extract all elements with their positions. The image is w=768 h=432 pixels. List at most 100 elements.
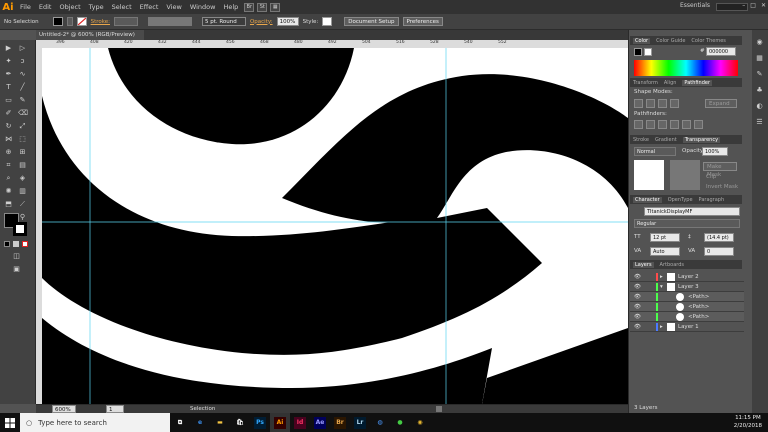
brush-definition[interactable]: 5 pt. Round xyxy=(201,17,246,26)
zoom-field[interactable]: 600% xyxy=(52,405,76,413)
invert-mask-checkbox[interactable]: Invert Mask xyxy=(706,184,738,190)
pen-tool-icon[interactable]: ✒ xyxy=(4,70,13,79)
kerning-field[interactable]: Auto xyxy=(650,247,680,256)
magic-wand-tool-icon[interactable]: ✦ xyxy=(4,57,13,66)
layer-row[interactable]: 👁 ▾ Layer 3 xyxy=(630,282,744,292)
sublayer-row[interactable]: 👁 <Path> xyxy=(630,312,744,322)
taskbar-search[interactable]: ○ Type here to search xyxy=(20,413,170,432)
collapse-arrow-icon[interactable]: ▾ xyxy=(660,282,663,292)
menu-edit[interactable]: Edit xyxy=(39,3,52,11)
trim-icon[interactable] xyxy=(646,120,655,129)
artwork[interactable] xyxy=(42,48,628,404)
direct-selection-tool-icon[interactable]: ▷ xyxy=(18,44,27,53)
stroke-label[interactable]: Stroke: xyxy=(91,19,110,25)
sublayer-row[interactable]: 👁 <Path> xyxy=(630,292,744,302)
preferences-button[interactable]: Preferences xyxy=(402,17,443,26)
app-icon-circle[interactable]: ◍ xyxy=(370,413,390,432)
gradient-mode-icon[interactable] xyxy=(13,241,19,247)
menu-select[interactable]: Select xyxy=(112,3,132,11)
unite-icon[interactable] xyxy=(634,99,643,108)
color-mode-icon[interactable] xyxy=(4,241,10,247)
tab-layers[interactable]: Layers xyxy=(633,261,654,268)
eye-icon[interactable]: 👁 xyxy=(634,272,641,282)
none-mode-icon[interactable] xyxy=(22,241,28,247)
selection-tool-icon[interactable]: ▶ xyxy=(4,44,13,53)
free-transform-tool-icon[interactable]: ⬚ xyxy=(18,135,27,144)
merge-icon[interactable] xyxy=(658,120,667,129)
rotate-tool-icon[interactable]: ↻ xyxy=(4,122,13,131)
after-effects-icon[interactable]: Ae xyxy=(310,413,330,432)
minimize-icon[interactable]: – xyxy=(742,2,745,9)
variable-width-profile[interactable] xyxy=(147,17,192,26)
type-tool-icon[interactable]: T xyxy=(4,83,13,92)
exclude-icon[interactable] xyxy=(670,99,679,108)
layer-name[interactable]: Layer 1 xyxy=(678,322,699,332)
blend-tool-icon[interactable]: ◈ xyxy=(18,174,27,183)
eraser-tool-icon[interactable]: ⌫ xyxy=(18,109,28,118)
tab-color-themes[interactable]: Color Themes xyxy=(691,38,726,44)
rectangle-tool-icon[interactable]: ▭ xyxy=(4,96,13,105)
fill-swatch[interactable] xyxy=(52,17,63,26)
font-size-field[interactable]: 12 pt xyxy=(650,233,680,242)
windows-start-icon[interactable] xyxy=(0,413,20,432)
path-name[interactable]: <Path> xyxy=(688,312,709,322)
tab-stroke[interactable]: Stroke xyxy=(633,137,649,143)
menu-help[interactable]: Help xyxy=(223,3,238,11)
opacity-label[interactable]: Opacity: xyxy=(250,19,273,25)
menu-effect[interactable]: Effect xyxy=(140,3,159,11)
blend-mode-select[interactable]: Normal xyxy=(634,147,676,156)
menu-window[interactable]: Window xyxy=(190,3,216,11)
tab-color-guide[interactable]: Color Guide xyxy=(656,38,685,44)
chrome-icon[interactable]: ◉ xyxy=(410,413,430,432)
shaper-tool-icon[interactable]: ✐ xyxy=(4,109,13,118)
slice-tool-icon[interactable]: ⟋ xyxy=(18,200,27,209)
screen-mode-icon[interactable]: ▣ xyxy=(12,265,21,274)
tab-artboards[interactable]: Artboards xyxy=(660,262,684,268)
eye-icon[interactable]: 👁 xyxy=(634,292,641,302)
swatches-panel-icon[interactable]: ▦ xyxy=(755,54,764,63)
color-stroke-swatch[interactable] xyxy=(644,48,652,56)
leading-field[interactable]: (14.4 pt) xyxy=(704,233,734,242)
draw-mode-icon[interactable]: ◫ xyxy=(12,252,21,261)
brushes-panel-icon[interactable]: ✎ xyxy=(755,70,764,79)
symbols-panel-icon[interactable]: ♣ xyxy=(755,86,764,95)
expand-button[interactable]: Expand xyxy=(705,99,737,108)
document-tab[interactable]: Untitled-2* @ 600% (RGB/Preview) xyxy=(36,30,144,40)
perspective-grid-tool-icon[interactable]: ⊞ xyxy=(18,148,27,157)
tab-color[interactable]: Color xyxy=(633,37,651,44)
system-clock[interactable]: 11:15 PM 2/20/2018 xyxy=(734,414,762,430)
file-explorer-icon[interactable]: ▬ xyxy=(210,413,230,432)
graphic-styles-panel-icon[interactable]: ◐ xyxy=(755,102,764,111)
minus-front-icon[interactable] xyxy=(646,99,655,108)
sublayer-row[interactable]: 👁 <Path> xyxy=(630,302,744,312)
tab-opentype[interactable]: OpenType xyxy=(668,197,693,203)
eye-icon[interactable]: 👁 xyxy=(634,302,641,312)
minus-back-icon[interactable] xyxy=(694,120,703,129)
tab-paragraph[interactable]: Paragraph xyxy=(699,197,725,203)
symbol-sprayer-tool-icon[interactable]: ✺ xyxy=(4,187,13,196)
graphic-style-swatch[interactable] xyxy=(322,17,333,26)
menu-type[interactable]: Type xyxy=(89,3,104,11)
fill-dropdown[interactable] xyxy=(66,17,73,26)
color-fill-swatch[interactable] xyxy=(634,48,642,56)
stock-button[interactable]: St xyxy=(257,2,268,12)
close-icon[interactable]: ✕ xyxy=(761,2,766,9)
gradient-tool-icon[interactable]: ▤ xyxy=(18,161,27,170)
intersect-icon[interactable] xyxy=(658,99,667,108)
divide-icon[interactable] xyxy=(634,120,643,129)
mesh-tool-icon[interactable]: ⌗ xyxy=(4,161,13,170)
layer-name[interactable]: Layer 2 xyxy=(678,272,699,282)
expand-arrow-icon[interactable]: ▸ xyxy=(660,272,663,282)
tab-gradient[interactable]: Gradient xyxy=(655,137,677,143)
tab-pathfinder[interactable]: Pathfinder xyxy=(682,79,713,86)
transparency-opacity-field[interactable]: 100% xyxy=(702,147,728,156)
crop-icon[interactable] xyxy=(670,120,679,129)
eye-icon[interactable]: 👁 xyxy=(634,282,641,292)
color-spectrum[interactable] xyxy=(634,60,738,76)
tracking-field[interactable]: 0 xyxy=(704,247,734,256)
menu-file[interactable]: File xyxy=(20,3,31,11)
app-icon-green[interactable]: ● xyxy=(390,413,410,432)
paintbrush-tool-icon[interactable]: ✎ xyxy=(18,96,27,105)
artboard-canvas[interactable] xyxy=(42,48,628,404)
menu-view[interactable]: View xyxy=(166,3,181,11)
